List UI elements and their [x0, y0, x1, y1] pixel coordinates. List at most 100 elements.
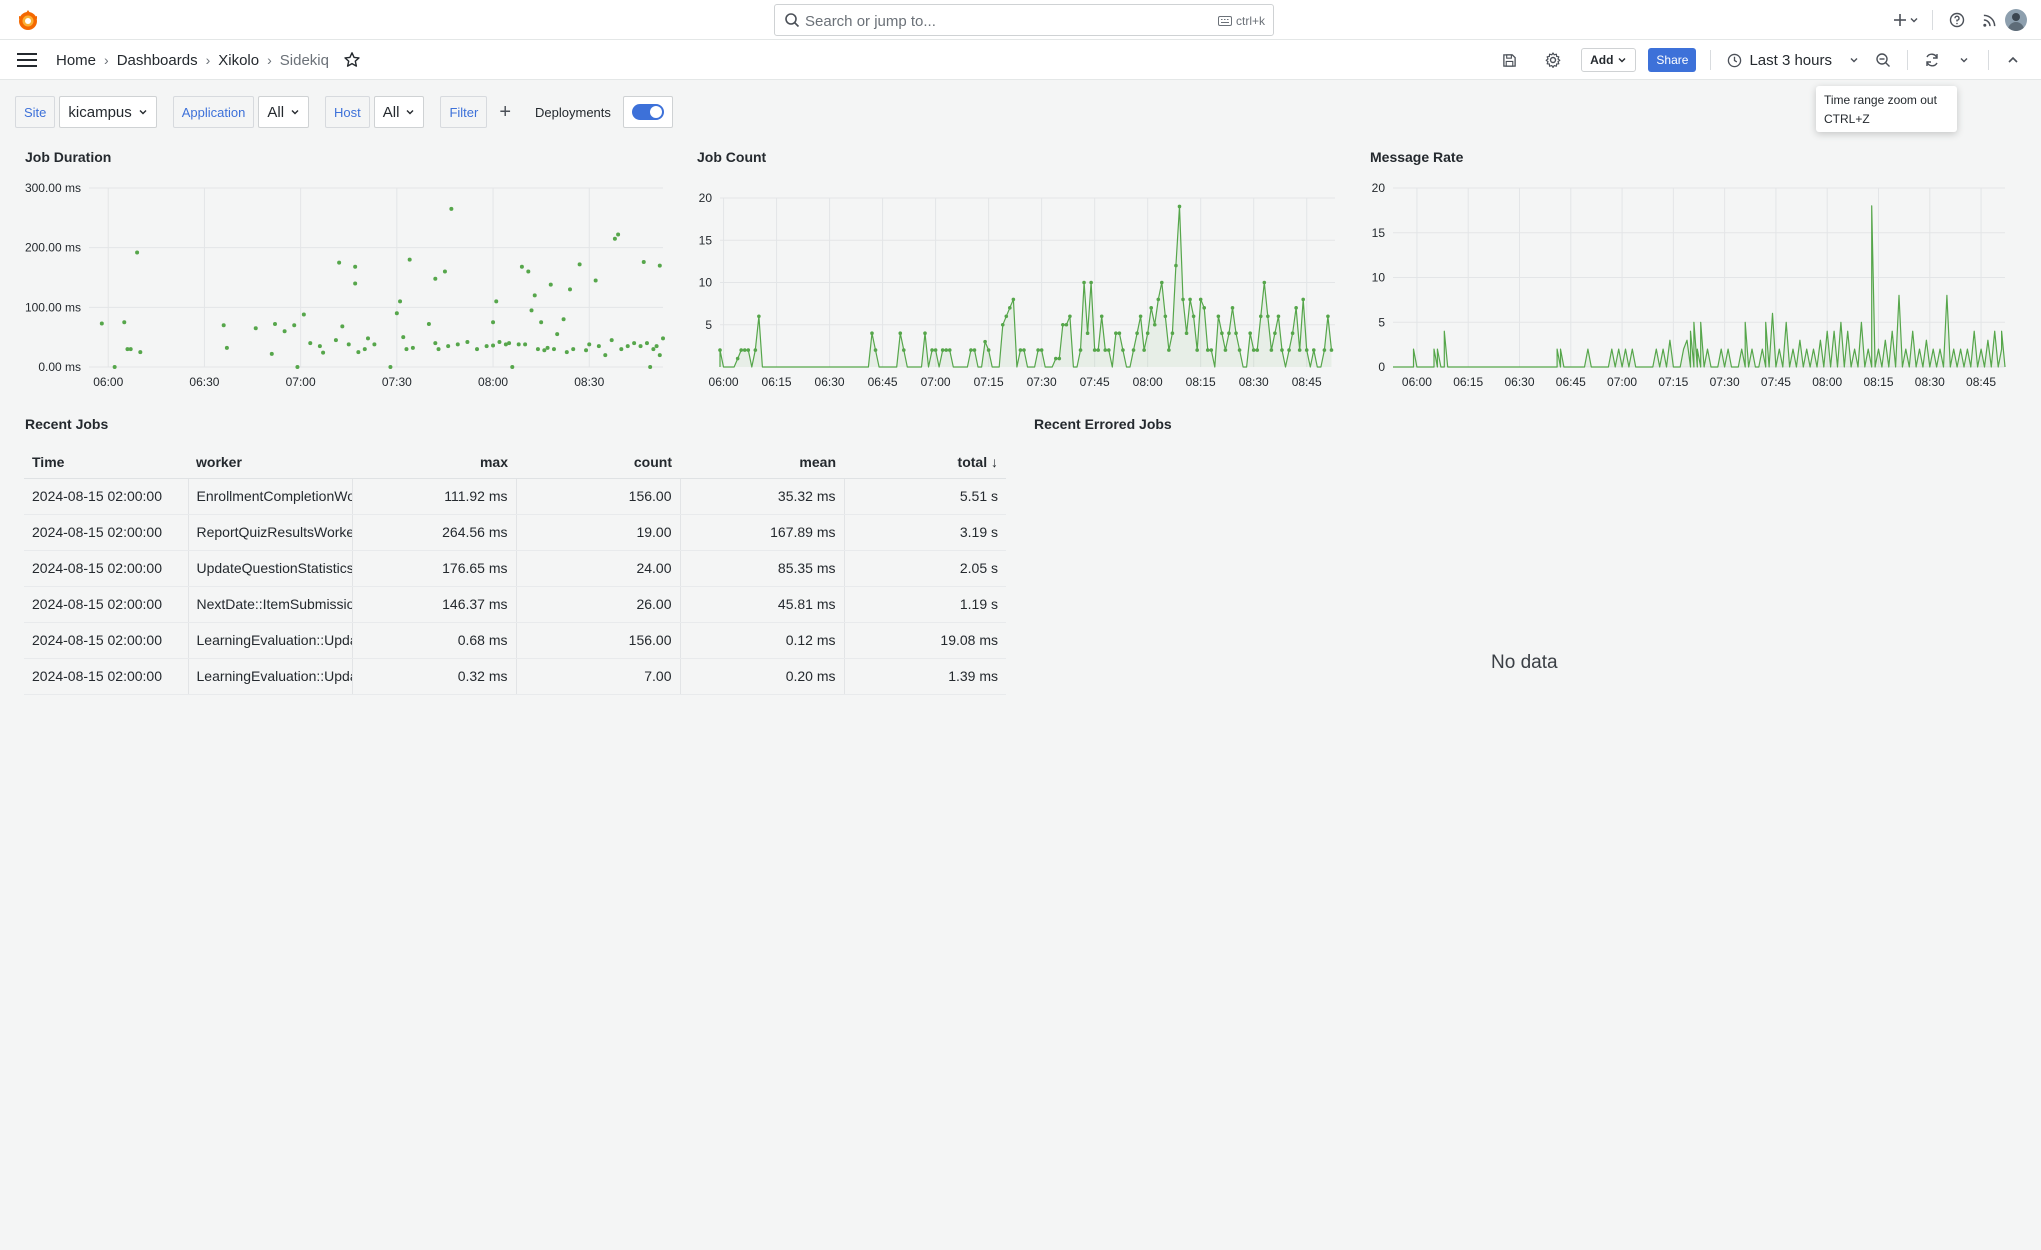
deployments-toggle[interactable] [631, 104, 664, 120]
job-count-title[interactable]: Job Count [697, 149, 766, 165]
data-point [1209, 348, 1214, 352]
add-filter-button[interactable]: + [499, 101, 511, 124]
avatar[interactable] [2005, 9, 2027, 31]
data-point [983, 339, 987, 344]
data-point [398, 299, 403, 304]
add-button[interactable]: Add [1581, 48, 1637, 72]
breadcrumb-home[interactable]: Home [56, 52, 96, 69]
data-point [122, 320, 127, 325]
data-point [1008, 306, 1012, 310]
column-header-count[interactable]: count [516, 446, 680, 479]
cell-count: 26.00 [515, 586, 680, 623]
filter-label[interactable]: Filter [440, 96, 488, 128]
breadcrumb-separator: › [205, 52, 211, 68]
data-point [308, 341, 313, 346]
recent-errored-jobs-title[interactable]: Recent Errored Jobs [1034, 416, 1172, 432]
grafana-logo[interactable] [16, 8, 40, 32]
data-point [426, 322, 431, 327]
zoom-out-button[interactable] [1867, 46, 1899, 74]
column-header-total[interactable]: total ↓ [844, 446, 1006, 479]
data-point [545, 345, 550, 350]
new-menu-button[interactable] [1888, 6, 1924, 34]
job-duration-title[interactable]: Job Duration [25, 149, 111, 165]
column-header-mean[interactable]: mean [680, 446, 844, 479]
site-select[interactable]: kicampus [59, 96, 157, 128]
data-point [561, 317, 566, 322]
news-button[interactable] [1973, 6, 2005, 34]
column-header-max[interactable]: max [352, 446, 516, 479]
x-tick-label: 08:30 [1239, 375, 1269, 389]
breadcrumb-dashboards[interactable]: Dashboards [117, 52, 198, 69]
share-button[interactable]: Share [1648, 48, 1697, 72]
data-point [1174, 263, 1178, 268]
x-tick-label: 06:45 [1556, 375, 1586, 389]
x-tick-label: 07:45 [1761, 375, 1791, 389]
add-button-label: Add [1590, 53, 1614, 67]
chevron-down-icon [1960, 58, 1968, 63]
cell-max: 146.37 ms [351, 586, 516, 623]
divider [1932, 10, 1933, 30]
data-point [632, 341, 637, 346]
cell-time: 2024-08-15 02:00:00 [24, 658, 188, 695]
host-select[interactable]: All [373, 96, 425, 128]
recent-jobs-title[interactable]: Recent Jobs [25, 416, 108, 432]
application-select-value: All [267, 103, 285, 121]
time-range-picker[interactable]: Last 3 hours [1719, 52, 1867, 69]
data-point [272, 322, 277, 327]
x-tick-label: 07:15 [1658, 375, 1688, 389]
y-tick-label: 15 [699, 233, 713, 247]
message-rate-chart[interactable]: 0 5 10 15 20 06:00 06:15 06:30 06:45 07:00 07:15 07… [1365, 176, 2015, 396]
x-tick-label: 06:45 [868, 375, 898, 389]
data-point [353, 264, 358, 269]
data-point [372, 342, 377, 347]
data-point [442, 269, 447, 274]
dashboard-settings-button[interactable] [1537, 46, 1569, 74]
x-tick-label: 08:30 [574, 375, 604, 389]
help-button[interactable] [1941, 6, 1973, 34]
data-point [135, 250, 140, 255]
data-point [295, 365, 300, 369]
data-point [657, 263, 662, 268]
cell-time: 2024-08-15 02:00:00 [24, 514, 188, 551]
recent-jobs-table: Time worker max count mean total ↓ 2024-… [24, 446, 1006, 695]
breadcrumb-xikolo[interactable]: Xikolo [218, 52, 259, 69]
star-icon[interactable] [343, 51, 361, 69]
data-point [612, 236, 617, 241]
refresh-button[interactable] [1916, 46, 1948, 74]
data-point [535, 347, 540, 352]
save-dashboard-button[interactable] [1493, 46, 1525, 74]
data-point [1053, 356, 1058, 361]
deployments-toggle-box [622, 96, 673, 128]
refresh-interval-button[interactable] [1948, 46, 1980, 74]
application-select[interactable]: All [258, 96, 310, 128]
column-header-time[interactable]: Time [24, 446, 188, 479]
zoom-out-icon [1876, 53, 1890, 67]
job-count-chart[interactable]: 5 10 15 20 06:00 06:15 06:30 06:45 07:00 07:15 07:… [690, 176, 1340, 396]
keyboard-icon [1217, 16, 1232, 26]
column-header-total-label: total [957, 453, 988, 470]
cell-total: 3.19 s [843, 514, 1006, 551]
message-rate-title[interactable]: Message Rate [1370, 149, 1463, 165]
data-point [1266, 314, 1270, 319]
x-tick-label: 06:30 [1504, 375, 1534, 389]
search-input[interactable]: Search or jump to... ctrl+k [774, 4, 1274, 36]
data-point [1290, 331, 1295, 335]
data-point [433, 341, 438, 346]
menu-icon[interactable] [16, 51, 38, 69]
data-point [1085, 331, 1090, 335]
data-point [1089, 280, 1093, 285]
data-point [555, 332, 560, 337]
x-tick-label: 06:00 [1402, 375, 1432, 389]
column-header-worker[interactable]: worker [188, 446, 352, 479]
data-point [340, 324, 345, 329]
data-point [898, 331, 903, 335]
cell-mean: 85.35 ms [679, 550, 844, 587]
job-duration-chart[interactable]: 0.00 ms 100.00 ms 200.00 ms 300.00 ms 06:00 0… [15, 176, 670, 396]
data-point [491, 343, 496, 348]
cell-count: 156.00 [515, 478, 680, 515]
data-point [1106, 348, 1111, 352]
series-line [719, 205, 1333, 368]
y-tick-label: 0.00 ms [38, 360, 81, 374]
data-point [651, 347, 656, 352]
collapse-button[interactable] [1997, 46, 2029, 74]
